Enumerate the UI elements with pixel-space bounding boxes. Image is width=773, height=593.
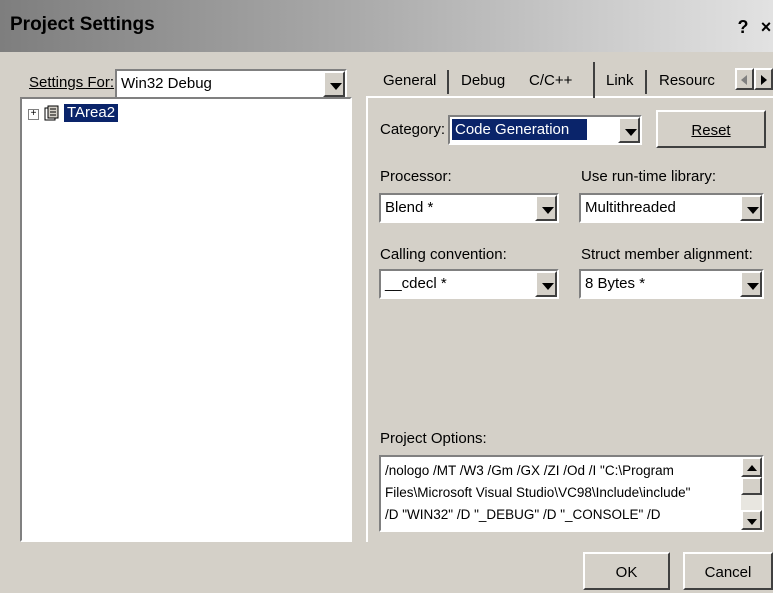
settings-for-dropdown[interactable]: Win32 Debug: [115, 69, 347, 99]
tab-separator: [447, 70, 449, 94]
chevron-down-icon: [747, 519, 757, 525]
chevron-down-icon: [542, 207, 554, 214]
project-options-line: /D "WIN32" /D "_DEBUG" /D "_CONSOLE" /D: [385, 507, 661, 522]
chevron-down-icon: [747, 283, 759, 290]
scroll-thumb[interactable]: [741, 477, 762, 495]
struct-dropdown[interactable]: 8 Bytes *: [579, 269, 764, 299]
calling-value: __cdecl *: [385, 275, 447, 292]
calling-label: Calling convention:: [380, 246, 507, 263]
category-value: Code Generation: [450, 118, 589, 141]
tab-link[interactable]: Link: [606, 66, 634, 98]
cancel-button[interactable]: Cancel: [683, 552, 773, 590]
settings-for-label: Settings For:: [29, 74, 114, 91]
calling-dropdown-arrow[interactable]: [535, 271, 557, 297]
runtime-dropdown[interactable]: Multithreaded: [579, 193, 764, 223]
tab-debug[interactable]: Debug: [461, 66, 505, 98]
chevron-left-icon: [741, 75, 747, 85]
reset-button-label: Reset: [691, 122, 731, 139]
project-options-label: Project Options:: [380, 430, 487, 447]
tab-general[interactable]: General: [383, 66, 436, 98]
project-options-line: Files\Microsoft Visual Studio\VC98\Inclu…: [385, 485, 691, 500]
tab-resource[interactable]: Resourc: [659, 66, 715, 98]
runtime-label: Use run-time library:: [581, 168, 717, 185]
calling-dropdown[interactable]: __cdecl *: [379, 269, 559, 299]
dialog-title: Project Settings: [10, 14, 155, 35]
tab-separator: [593, 62, 595, 98]
settings-for-label-text: Settings For:: [29, 74, 115, 91]
tree-item-tarea2[interactable]: TArea2: [64, 104, 119, 122]
title-bar[interactable]: Project Settings ? ×: [0, 0, 773, 52]
processor-value: Blend *: [385, 199, 434, 216]
ok-button[interactable]: OK: [583, 552, 670, 590]
settings-for-value: Win32 Debug: [121, 75, 212, 92]
processor-dropdown[interactable]: Blend *: [379, 193, 559, 223]
chevron-down-icon: [330, 83, 342, 90]
processor-dropdown-arrow[interactable]: [535, 195, 557, 221]
struct-label: Struct member alignment:: [581, 246, 753, 263]
project-icon: [44, 105, 60, 121]
scroll-up-button[interactable]: [741, 457, 762, 477]
tab-scroll-left-button[interactable]: [735, 68, 754, 90]
project-options-line: /nologo /MT /W3 /Gm /GX /ZI /Od /I "C:\P…: [385, 463, 674, 478]
runtime-dropdown-arrow[interactable]: [740, 195, 762, 221]
scroll-down-button[interactable]: [741, 510, 762, 530]
category-dropdown-arrow[interactable]: [618, 117, 640, 143]
close-button[interactable]: ×: [756, 17, 773, 37]
chevron-down-icon: [542, 283, 554, 290]
processor-label: Processor:: [380, 168, 452, 185]
project-options-textbox[interactable]: /nologo /MT /W3 /Gm /GX /ZI /Od /I "C:\P…: [379, 455, 764, 532]
category-label: Category:: [380, 121, 446, 138]
project-settings-dialog: Project Settings ? × Settings For: Win32…: [0, 0, 773, 593]
chevron-down-icon: [747, 207, 759, 214]
settings-for-dropdown-arrow[interactable]: [323, 71, 345, 97]
runtime-value: Multithreaded: [585, 199, 676, 216]
project-tree[interactable]: + TArea2: [20, 97, 352, 542]
tab-separator: [645, 70, 647, 94]
category-dropdown[interactable]: Code Generation: [448, 115, 642, 145]
struct-dropdown-arrow[interactable]: [740, 271, 762, 297]
project-options-text: /nologo /MT /W3 /Gm /GX /ZI /Od /I "C:\P…: [385, 460, 735, 526]
vertical-scrollbar[interactable]: [741, 457, 762, 530]
tab-cpp[interactable]: C/C++: [529, 66, 572, 98]
help-button[interactable]: ?: [733, 17, 753, 37]
reset-button[interactable]: Reset: [656, 110, 766, 148]
tree-expand-icon[interactable]: +: [28, 109, 39, 120]
struct-value: 8 Bytes *: [585, 275, 646, 292]
tab-scroll-right-button[interactable]: [754, 68, 773, 90]
chevron-down-icon: [625, 129, 637, 136]
chevron-up-icon: [747, 465, 757, 471]
chevron-right-icon: [761, 75, 767, 85]
